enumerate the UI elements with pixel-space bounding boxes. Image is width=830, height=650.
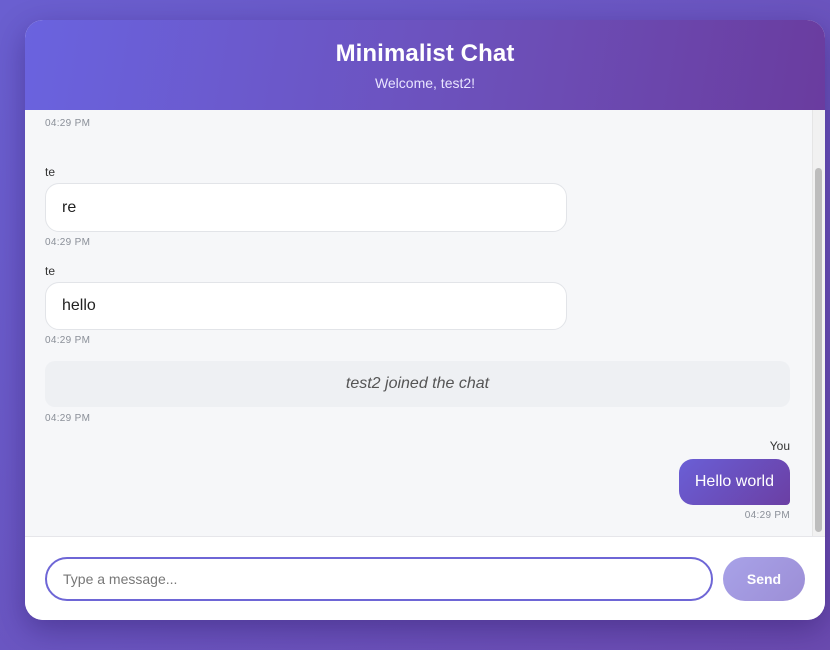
- message-timestamp: 04:29 PM: [45, 335, 91, 346]
- send-button[interactable]: Send: [723, 557, 805, 601]
- system-message: test2 joined the chat: [45, 361, 790, 407]
- system-message-text: test2 joined the chat: [345, 375, 490, 392]
- message-timestamp: 04:29 PM: [45, 118, 91, 129]
- page-title: Minimalist Chat: [335, 40, 515, 67]
- message-text: Hello world: [694, 473, 774, 490]
- message-input[interactable]: [45, 557, 713, 601]
- message-sender: te: [45, 165, 56, 179]
- message-timestamp: 04:29 PM: [45, 237, 91, 248]
- message-timestamp: 04:29 PM: [45, 413, 91, 424]
- scrollbar-thumb[interactable]: [815, 168, 822, 532]
- welcome-subtitle: Welcome, test2!: [374, 75, 476, 91]
- outgoing-message: You Hello world 04:29 PM: [678, 439, 790, 521]
- message-timestamp: 04:29 PM: [744, 510, 790, 521]
- message-sender: You: [769, 439, 790, 453]
- message-bubble-outgoing: Hello world: [678, 459, 790, 505]
- message-text: re: [62, 198, 77, 216]
- message-bubble: re: [45, 183, 567, 232]
- message-sender: te: [45, 264, 56, 278]
- chat-window: Minimalist Chat Welcome, test2! 04:29 PM…: [25, 20, 825, 620]
- scrollbar-track[interactable]: [812, 110, 825, 536]
- message-list[interactable]: 04:29 PM te re 04:29 PM te hello 04:29 P…: [25, 110, 825, 536]
- chat-header: Minimalist Chat Welcome, test2!: [25, 20, 825, 110]
- composer-bar: Send: [25, 536, 825, 620]
- message-text: hello: [62, 297, 96, 314]
- message-bubble: hello: [45, 282, 567, 330]
